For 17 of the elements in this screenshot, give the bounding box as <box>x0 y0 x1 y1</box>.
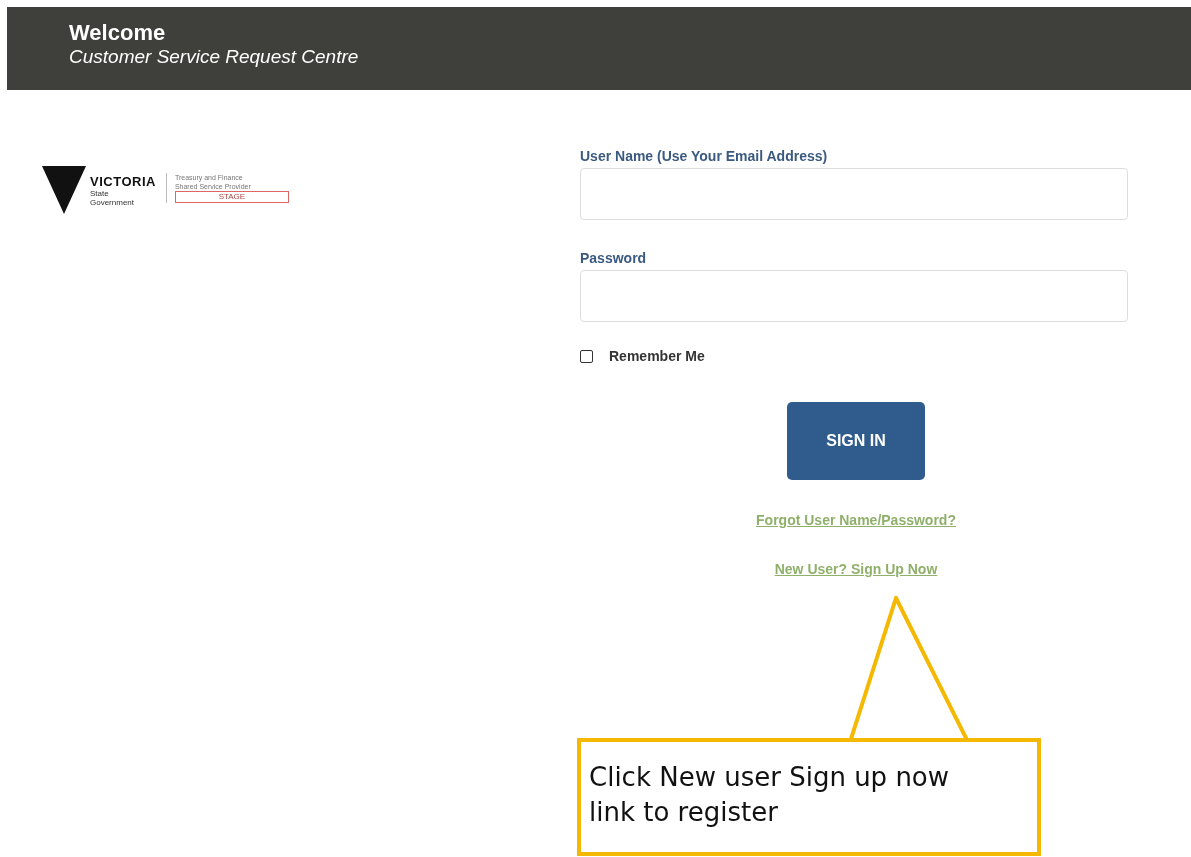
logo-state: State <box>90 189 110 198</box>
sign-in-button[interactable]: SIGN IN <box>787 402 925 480</box>
header-subtitle: Customer Service Request Centre <box>69 45 360 69</box>
logo-wordmark: VICTORIA <box>90 174 156 189</box>
username-field[interactable] <box>580 168 1128 220</box>
password-field[interactable] <box>580 270 1128 322</box>
stage-label: STAGE <box>174 191 289 203</box>
logo-government: Government <box>90 198 136 207</box>
triangle-logo-icon <box>42 166 86 214</box>
forgot-link[interactable]: Forgot User Name/Password? <box>756 512 956 528</box>
signup-link[interactable]: New User? Sign Up Now <box>774 561 938 577</box>
remember-label: Remember Me <box>609 348 705 364</box>
remember-checkbox[interactable] <box>580 349 593 363</box>
callout-text: Click New user Sign up now link to register <box>589 761 951 829</box>
password-label: Password <box>580 250 648 266</box>
username-label: User Name (Use Your Email Address) <box>580 148 829 164</box>
welcome-title: Welcome <box>69 21 167 45</box>
